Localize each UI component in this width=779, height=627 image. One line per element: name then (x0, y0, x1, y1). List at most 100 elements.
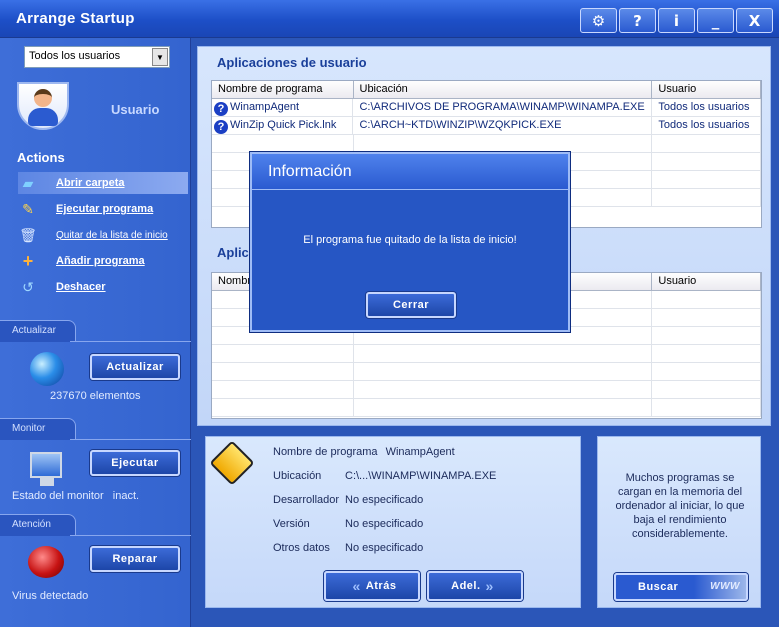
monitor-status-label: Estado del monitor (12, 490, 104, 502)
user-select-value: Todos los usuarios (29, 50, 121, 62)
attention-section: Atención Reparar Virus detectado (0, 514, 191, 624)
close-button[interactable]: X (736, 8, 773, 33)
minimize-button[interactable]: _ (697, 8, 734, 33)
action-label: Añadir programa (56, 255, 145, 267)
double-chevron-left-icon: « (352, 578, 361, 594)
user-label: Usuario (111, 102, 160, 117)
window-title: Arrange Startup (16, 10, 135, 27)
column-header-user[interactable]: Usuario (652, 273, 761, 290)
detail-location-value: C:\...\WINAMP\WINAMPA.EXE (345, 470, 497, 482)
question-icon: ? (214, 120, 228, 134)
divider (70, 535, 191, 536)
cell-user: Todos los usuarios (652, 99, 761, 116)
search-button[interactable]: Buscar WWW (614, 573, 748, 601)
table-row-empty (212, 135, 761, 153)
detail-other-value: No especificado (345, 542, 424, 554)
plus-icon: + (22, 250, 34, 271)
detail-version-label: Versión (273, 518, 310, 530)
cell-user: Todos los usuarios (652, 117, 761, 134)
user-body-icon (28, 108, 58, 126)
back-button[interactable]: « Atrás (324, 571, 420, 601)
settings-button[interactable]: ⚙ (580, 8, 617, 33)
detail-version-value: No especificado (345, 518, 424, 530)
search-button-label: Buscar (638, 581, 679, 593)
action-undo[interactable]: ↺ Deshacer (18, 276, 188, 298)
dialog-title: Información (268, 163, 352, 180)
detail-other-row: Otros datos No especificado (273, 542, 423, 554)
monitor-stand-icon (40, 478, 54, 486)
table-row[interactable]: ? WinampAgent C:\ARCHIVOS DE PROGRAMA\WIN… (212, 99, 761, 117)
sidebar: Todos los usuarios ▼ Usuario Actions ▰ A… (0, 38, 191, 627)
update-section: Actualizar Actualizar 237670 elementos (0, 320, 191, 416)
info-text: Muchos programas se cargan en la memoria… (615, 472, 745, 540)
dialog-message: El programa fue quitado de la lista de i… (303, 234, 517, 246)
info-panel: Muchos programas se cargan en la memoria… (597, 436, 761, 608)
cell-name: ? WinZip Quick Pick.lnk (212, 117, 354, 134)
next-button[interactable]: Adel. » (427, 571, 523, 601)
cell-location: C:\ARCH~KTD\WINZIP\WZQKPICK.EXE (353, 117, 653, 134)
monitor-status: Estado del monitor inact. (12, 490, 139, 502)
bug-icon (28, 546, 64, 578)
column-header-name[interactable]: Nombre de programa (212, 81, 354, 98)
table-header: Nombre de programa Ubicación Usuario (212, 81, 761, 99)
detail-other-label: Otros datos (273, 542, 330, 554)
window-controls: ⚙ ? i _ X (580, 8, 773, 33)
repair-button[interactable]: Reparar (90, 546, 180, 572)
divider (70, 341, 191, 342)
action-open-folder[interactable]: ▰ Abrir carpeta (18, 172, 188, 194)
trash-icon: 🗑 (19, 226, 37, 243)
monitor-section: Monitor Ejecutar Estado del monitor inac… (0, 418, 191, 514)
info-dialog: Información El programa fue quitado de l… (250, 152, 570, 332)
globe-icon (30, 352, 64, 386)
run-monitor-button[interactable]: Ejecutar (90, 450, 180, 476)
cell-name-text: WinampAgent (230, 101, 300, 113)
actions-title: Actions (17, 150, 65, 165)
user-head-icon (34, 89, 52, 107)
monitor-status-value: inact. (112, 490, 140, 502)
detail-developer-row: Desarrollador No especificado (273, 494, 423, 506)
detail-location-row: Ubicación C:\...\WINAMP\WINAMPA.EXE (273, 470, 496, 482)
column-header-user[interactable]: Usuario (652, 81, 761, 98)
user-select[interactable]: Todos los usuarios ▼ (24, 46, 170, 68)
attention-tab: Atención (0, 514, 76, 536)
action-label: Quitar de la lista de inicio (56, 229, 168, 241)
main-area: Aplicaciones de usuario Nombre de progra… (191, 38, 779, 627)
details-panel: Nombre de programa WinampAgent Ubicación… (205, 436, 581, 608)
column-header-location[interactable]: Ubicación (354, 81, 653, 98)
table-row-empty (212, 363, 761, 381)
table-row-empty (212, 345, 761, 363)
detail-developer-value: No especificado (345, 494, 424, 506)
winamp-lightning-icon (209, 440, 255, 486)
double-chevron-right-icon: » (485, 578, 494, 594)
detail-name-value: WinampAgent (385, 446, 455, 458)
question-icon: ? (214, 102, 228, 116)
run-icon: ✎ (22, 200, 34, 217)
cell-name: ? WinampAgent (212, 99, 354, 116)
dialog-close-button[interactable]: Cerrar (366, 292, 456, 318)
chevron-down-icon[interactable]: ▼ (152, 48, 168, 66)
detail-developer-label: Desarrollador (273, 494, 340, 506)
table-row[interactable]: ? WinZip Quick Pick.lnk C:\ARCH~KTD\WINZI… (212, 117, 761, 135)
action-remove-startup[interactable]: 🗑 Quitar de la lista de inicio (18, 224, 188, 246)
detail-name-label: Nombre de programa (273, 446, 378, 458)
action-run-program[interactable]: ✎ Ejecutar programa (18, 198, 188, 220)
detail-location-label: Ubicación (273, 470, 322, 482)
cell-name-text: WinZip Quick Pick.lnk (230, 119, 337, 131)
title-bar: Arrange Startup ⚙ ? i _ X (0, 0, 779, 38)
update-tab: Actualizar (0, 320, 76, 342)
virus-status: Virus detectado (12, 590, 89, 602)
next-button-label: Adel. (451, 580, 481, 592)
back-button-label: Atrás (365, 580, 397, 592)
undo-icon: ↺ (22, 278, 34, 295)
monitor-icon (30, 452, 62, 478)
detail-version-row: Versión No especificado (273, 518, 423, 530)
info-button[interactable]: i (658, 8, 695, 33)
action-add-program[interactable]: + Añadir programa (18, 250, 188, 272)
www-icon: WWW (710, 581, 740, 592)
monitor-tab: Monitor (0, 418, 76, 440)
folder-icon: ▰ (22, 174, 34, 191)
help-button[interactable]: ? (619, 8, 656, 33)
system-apps-title: Aplic (217, 245, 249, 260)
update-button[interactable]: Actualizar (90, 354, 180, 380)
avatar (17, 82, 69, 130)
